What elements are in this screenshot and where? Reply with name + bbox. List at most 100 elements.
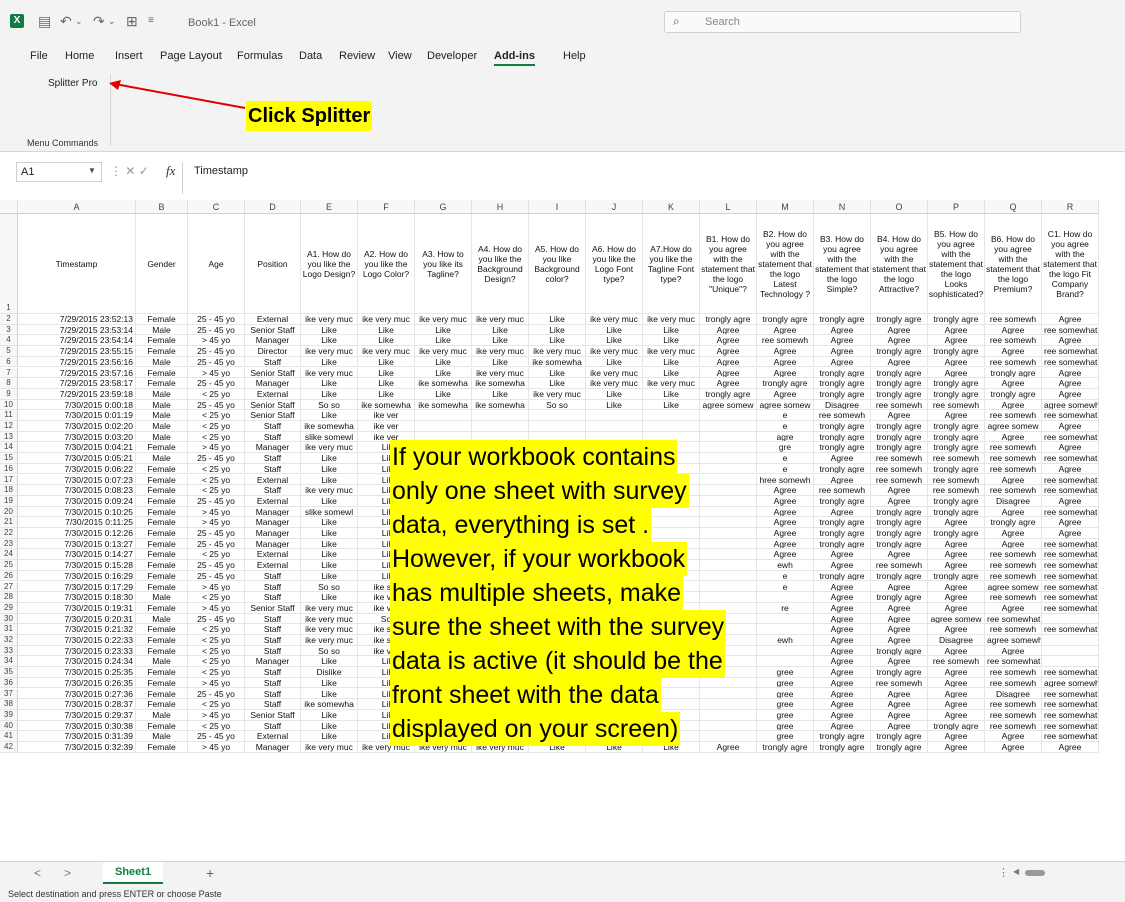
row-header[interactable]: 28 <box>0 592 18 603</box>
table-cell[interactable]: Female <box>136 549 188 561</box>
table-cell[interactable]: ike very muc <box>301 613 358 625</box>
table-cell[interactable]: ree somewh <box>928 474 985 486</box>
row-header[interactable]: 11 <box>0 410 18 421</box>
header-cell[interactable]: A2. How do you like the Logo Color? <box>358 214 415 314</box>
table-cell[interactable]: Agree <box>757 367 814 379</box>
table-cell[interactable]: Agree <box>871 410 928 421</box>
table-cell[interactable]: < 25 yo <box>188 656 245 668</box>
table-cell[interactable]: ike ver <box>358 421 415 432</box>
table-cell[interactable]: trongly agre <box>928 314 985 325</box>
add-sheet-icon[interactable]: + <box>206 865 214 881</box>
header-cell[interactable]: Timestamp <box>18 214 136 314</box>
table-cell[interactable]: e <box>757 421 814 432</box>
table-cell[interactable]: Male <box>136 421 188 432</box>
table-cell[interactable]: ike somewha <box>415 399 472 411</box>
table-cell[interactable]: Like <box>301 356 358 368</box>
scroll-left-icon[interactable]: ◀ <box>1013 867 1019 876</box>
row-header[interactable]: 8 <box>0 378 18 389</box>
table-cell[interactable]: Staff <box>245 592 301 603</box>
table-cell[interactable]: Female <box>136 688 188 700</box>
table-cell[interactable]: Like <box>415 324 472 336</box>
table-cell[interactable]: Staff <box>245 421 301 432</box>
table-cell[interactable]: Female <box>136 335 188 347</box>
table-cell[interactable]: Male <box>136 613 188 625</box>
column-header[interactable]: R <box>1042 200 1099 214</box>
table-cell[interactable]: > 45 yo <box>188 367 245 379</box>
table-cell[interactable]: Female <box>136 742 188 753</box>
row-header[interactable]: 37 <box>0 688 18 700</box>
table-cell[interactable]: ree somewh <box>985 356 1042 368</box>
header-cell[interactable]: B6. How do you agree with the statement … <box>985 214 1042 314</box>
table-cell[interactable]: 25 - 45 yo <box>188 453 245 464</box>
table-cell[interactable]: 25 - 45 yo <box>188 613 245 625</box>
table-cell[interactable]: Female <box>136 645 188 657</box>
table-cell[interactable]: trongly agre <box>928 378 985 389</box>
table-cell[interactable]: 7/29/2015 23:55:15 <box>18 346 136 357</box>
table-cell[interactable]: ike very muc <box>301 442 358 454</box>
menu-item-data[interactable]: Data <box>299 50 322 62</box>
table-cell[interactable]: trongly agre <box>700 314 757 325</box>
column-header[interactable]: F <box>358 200 415 214</box>
table-cell[interactable]: Manager <box>245 656 301 668</box>
table-cell[interactable]: ike very muc <box>358 346 415 357</box>
table-cell[interactable]: 25 - 45 yo <box>188 324 245 336</box>
table-cell[interactable]: Male <box>136 324 188 336</box>
table-cell[interactable]: ree somewh <box>928 656 985 668</box>
table-cell[interactable]: Staff <box>245 570 301 582</box>
table-cell[interactable]: agree somewhat <box>1042 677 1099 689</box>
row-header[interactable]: 20 <box>0 506 18 518</box>
table-cell[interactable]: Agree <box>1042 314 1099 325</box>
table-cell[interactable]: Like <box>529 367 586 379</box>
table-cell[interactable]: Manager <box>245 538 301 550</box>
row-header[interactable]: 3 <box>0 324 18 336</box>
table-cell[interactable]: trongly agre <box>928 570 985 582</box>
table-cell[interactable]: Like <box>415 367 472 379</box>
sheet-tab-sheet1[interactable]: Sheet1 <box>103 862 164 884</box>
table-cell[interactable]: 7/29/2015 23:53:14 <box>18 324 136 336</box>
table-cell[interactable]: Agree <box>985 378 1042 389</box>
table-cell[interactable]: ree somewhat <box>1042 453 1099 464</box>
column-header[interactable]: P <box>928 200 985 214</box>
more-options-icon[interactable]: ⋮ <box>998 866 1009 879</box>
row-header[interactable]: 32 <box>0 635 18 646</box>
row-header[interactable]: 38 <box>0 699 18 710</box>
table-cell[interactable]: trongly agre <box>928 346 985 357</box>
table-cell[interactable]: So so <box>301 399 358 411</box>
header-cell[interactable]: A7.How do you like the Tagline Font type… <box>643 214 700 314</box>
table-cell[interactable]: ree somewhat <box>1042 688 1099 700</box>
table-cell[interactable]: ree somewh <box>871 560 928 571</box>
table-cell[interactable]: So so <box>529 399 586 411</box>
header-cell[interactable]: A4. How do you like the Background Desig… <box>472 214 529 314</box>
table-cell[interactable]: Agree <box>1042 388 1099 400</box>
table-cell[interactable]: Manager <box>245 442 301 454</box>
save-icon[interactable]: ▤ <box>38 11 51 31</box>
row-header[interactable]: 21 <box>0 517 18 528</box>
table-cell[interactable]: 25 - 45 yo <box>188 378 245 389</box>
table-cell[interactable]: 7/29/2015 23:58:17 <box>18 378 136 389</box>
table-cell[interactable]: ree somewhat <box>1042 667 1099 678</box>
header-cell[interactable]: Position <box>245 214 301 314</box>
table-cell[interactable]: Staff <box>245 635 301 646</box>
table-cell[interactable]: Staff <box>245 677 301 689</box>
table-cell[interactable]: 7/30/2015 0:22:33 <box>18 635 136 646</box>
header-cell[interactable]: B2. How do you agree with the statement … <box>757 214 814 314</box>
table-cell[interactable]: Like <box>358 378 415 389</box>
table-cell[interactable]: Agree <box>985 538 1042 550</box>
table-cell[interactable]: Agree <box>871 709 928 721</box>
table-cell[interactable]: 7/29/2015 23:54:14 <box>18 335 136 347</box>
column-header[interactable]: C <box>188 200 245 214</box>
table-cell[interactable]: Staff <box>245 581 301 593</box>
menu-item-insert[interactable]: Insert <box>115 50 143 62</box>
table-cell[interactable]: > 45 yo <box>188 677 245 689</box>
table-cell[interactable]: Staff <box>245 485 301 496</box>
table-cell[interactable]: trongly agre <box>928 506 985 518</box>
table-cell[interactable]: < 25 yo <box>188 592 245 603</box>
table-cell[interactable]: ree somewhat <box>1042 624 1099 635</box>
table-cell[interactable]: Like <box>472 388 529 400</box>
table-cell[interactable]: trongly agre <box>985 388 1042 400</box>
table-cell[interactable]: ree somewh <box>985 570 1042 582</box>
table-cell[interactable]: Agree <box>1042 442 1099 454</box>
table-cell[interactable]: trongly agre <box>871 314 928 325</box>
table-cell[interactable]: < 25 yo <box>188 720 245 732</box>
table-cell[interactable]: Agree <box>871 581 928 593</box>
